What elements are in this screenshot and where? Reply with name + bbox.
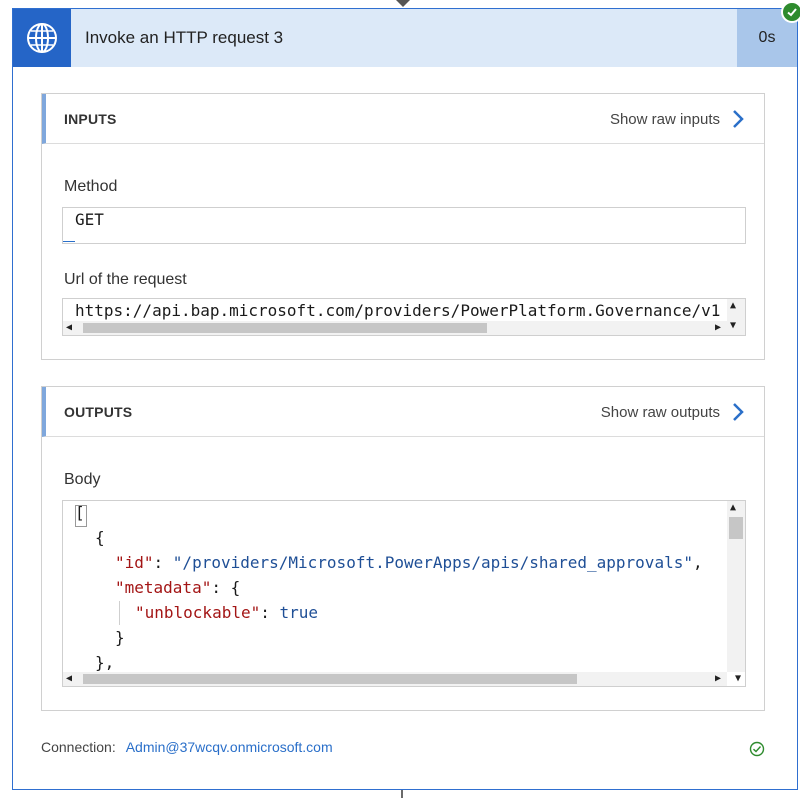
scroll-down-arrow-icon[interactable]: ▼ — [730, 319, 736, 333]
show-raw-inputs-link[interactable]: Show raw inputs — [610, 104, 744, 134]
scroll-down-arrow-icon[interactable]: ▼ — [735, 672, 741, 686]
action-header[interactable]: Invoke an HTTP request 3 0s — [13, 9, 797, 67]
url-label: Url of the request — [64, 271, 187, 288]
action-title: Invoke an HTTP request 3 — [85, 28, 284, 47]
json-line-7: }, — [95, 653, 115, 672]
action-card: Invoke an HTTP request 3 0s INPUTS Show … — [12, 1, 800, 790]
show-raw-inputs-label: Show raw inputs — [609, 110, 720, 128]
flow-connector-top — [396, 0, 410, 7]
json-sep: : { — [211, 578, 241, 597]
json-line-2: { — [95, 528, 105, 547]
connection-label: Connection: — [41, 739, 116, 755]
cursor-box — [75, 505, 87, 527]
url-horizontal-scrollbar[interactable]: ◀ ▶ — [63, 321, 727, 335]
flow-connector-bottom — [401, 790, 403, 798]
scroll-up-arrow-icon[interactable]: ▲ — [730, 299, 736, 313]
indent-guide — [119, 601, 120, 625]
outputs-section: OUTPUTS Show raw outputs Body [ { "id": … — [41, 386, 765, 711]
connection-row: Connection: Admin@37wcqv.onmicrosoft.com — [41, 739, 333, 755]
body-vertical-scrollbar[interactable]: ▲ — [727, 501, 745, 672]
show-raw-outputs-link[interactable]: Show raw outputs — [601, 397, 744, 427]
body-field[interactable]: [ { "id": "/providers/Microsoft.PowerApp… — [62, 500, 746, 687]
scroll-right-arrow-icon[interactable]: ▶ — [715, 321, 721, 335]
method-field[interactable]: GET — [62, 207, 746, 244]
json-line-5: "unblockable": true — [135, 603, 318, 622]
outputs-header: OUTPUTS Show raw outputs — [42, 387, 764, 437]
json-key-unblockable: "unblockable" — [135, 603, 261, 622]
json-val-unblockable: true — [279, 603, 319, 622]
show-raw-outputs-label: Show raw outputs — [600, 403, 720, 421]
outputs-title: OUTPUTS — [64, 404, 133, 420]
inputs-section: INPUTS Show raw inputs Method GET Url of… — [41, 93, 765, 360]
json-key-metadata: "metadata" — [115, 578, 212, 597]
url-field[interactable]: https://api.bap.microsoft.com/providers/… — [62, 298, 746, 336]
url-vertical-scrollbar[interactable]: ▲ ▼ — [727, 299, 745, 335]
body-horizontal-scrollbar[interactable]: ◀ ▶ — [63, 672, 727, 686]
method-label: Method — [64, 178, 118, 195]
url-scroll-thumb[interactable] — [83, 323, 487, 333]
success-check-icon — [781, 1, 800, 23]
body-label: Body — [64, 471, 101, 488]
scroll-right-arrow-icon[interactable]: ▶ — [715, 672, 721, 686]
globe-icon — [13, 9, 71, 67]
scroll-up-arrow-icon[interactable]: ▲ — [730, 501, 736, 515]
inputs-header: INPUTS Show raw inputs — [42, 94, 764, 144]
json-val-id: "/providers/Microsoft.PowerApps/apis/sha… — [172, 553, 693, 572]
body-scroll-thumb[interactable] — [83, 674, 577, 684]
json-line-4: "metadata": { — [115, 578, 240, 597]
json-comma: , — [692, 553, 703, 572]
json-sep: : — [260, 603, 280, 622]
scroll-left-arrow-icon[interactable]: ◀ — [66, 321, 72, 335]
url-value: https://api.bap.microsoft.com/providers/… — [75, 301, 721, 320]
text-cursor — [63, 241, 75, 242]
json-sep: : — [153, 553, 173, 572]
connection-account-link[interactable]: Admin@37wcqv.onmicrosoft.com — [126, 739, 333, 755]
body-vscroll-thumb[interactable] — [729, 517, 743, 539]
method-value: GET — [75, 210, 104, 229]
scroll-left-arrow-icon[interactable]: ◀ — [66, 672, 72, 686]
json-line-3: "id": "/providers/Microsoft.PowerApps/ap… — [115, 553, 703, 572]
inputs-title: INPUTS — [64, 111, 117, 127]
json-line-6: } — [115, 628, 125, 647]
chevron-right-icon — [733, 110, 744, 128]
chevron-right-icon — [733, 403, 744, 421]
connection-ok-icon — [749, 741, 765, 757]
json-key-id: "id" — [115, 553, 154, 572]
